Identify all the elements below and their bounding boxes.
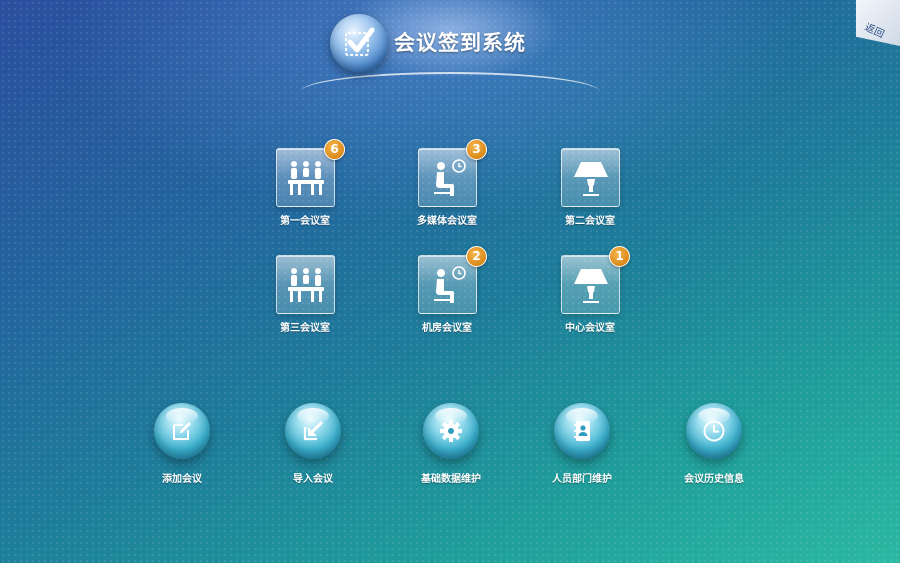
back-label: 返回 [862,22,886,41]
edit-icon [173,422,191,440]
logo [330,14,388,72]
meeting-table-icon [288,161,324,195]
action-orb[interactable] [554,403,610,459]
back-button[interactable]: 返回 [856,0,900,46]
action-orb[interactable] [686,403,742,459]
meeting-history-button[interactable]: 会议历史信息 [659,403,769,493]
gear-icon [440,420,462,442]
seated-person-clock-icon [434,266,466,303]
contacts-book-icon [574,421,590,441]
lamp-icon [574,269,608,303]
add-meeting-button[interactable]: 添加会议 [127,403,237,493]
action-orb[interactable] [423,403,479,459]
basic-data-button[interactable]: 基础数据维护 [396,403,506,493]
notification-badge: 1 [609,246,630,267]
action-orb[interactable] [154,403,210,459]
action-label: 添加会议 [162,474,202,485]
action-orb[interactable] [285,403,341,459]
room-label: 多媒体会议室 [417,216,477,227]
import-meeting-button[interactable]: 导入会议 [258,403,368,493]
room-tile-multimedia[interactable]: 3 多媒体会议室 [397,139,497,238]
action-label: 会议历史信息 [684,474,744,485]
checkmark-icon [345,27,375,56]
room-tile-third[interactable]: 第三会议室 [255,255,355,345]
room-icon-tile[interactable] [561,148,620,207]
import-icon [303,420,324,441]
notification-badge: 6 [324,139,345,160]
meeting-table-icon [288,268,324,302]
personnel-department-button[interactable]: 人员部门维护 [527,403,637,493]
room-tile-machine-room[interactable]: 2 机房会议室 [397,246,497,345]
room-label: 中心会议室 [565,323,615,334]
room-label: 第三会议室 [280,323,330,334]
seated-person-clock-icon [434,159,466,196]
notification-badge: 2 [466,246,487,267]
room-tile-second[interactable]: 第二会议室 [540,148,640,238]
action-label: 基础数据维护 [421,474,481,485]
action-label: 导入会议 [293,474,333,485]
room-icon-tile[interactable] [276,255,335,314]
room-label: 第一会议室 [280,216,330,227]
room-label: 机房会议室 [422,323,472,334]
clock-icon [703,420,725,442]
app-title: 会议签到系统 [394,31,526,55]
room-tile-first[interactable]: 6 第一会议室 [255,139,355,238]
action-label: 人员部门维护 [552,474,612,485]
notification-badge: 3 [466,139,487,160]
room-tile-center[interactable]: 1 中心会议室 [540,246,640,345]
lamp-icon [574,162,608,196]
room-label: 第二会议室 [565,216,615,227]
